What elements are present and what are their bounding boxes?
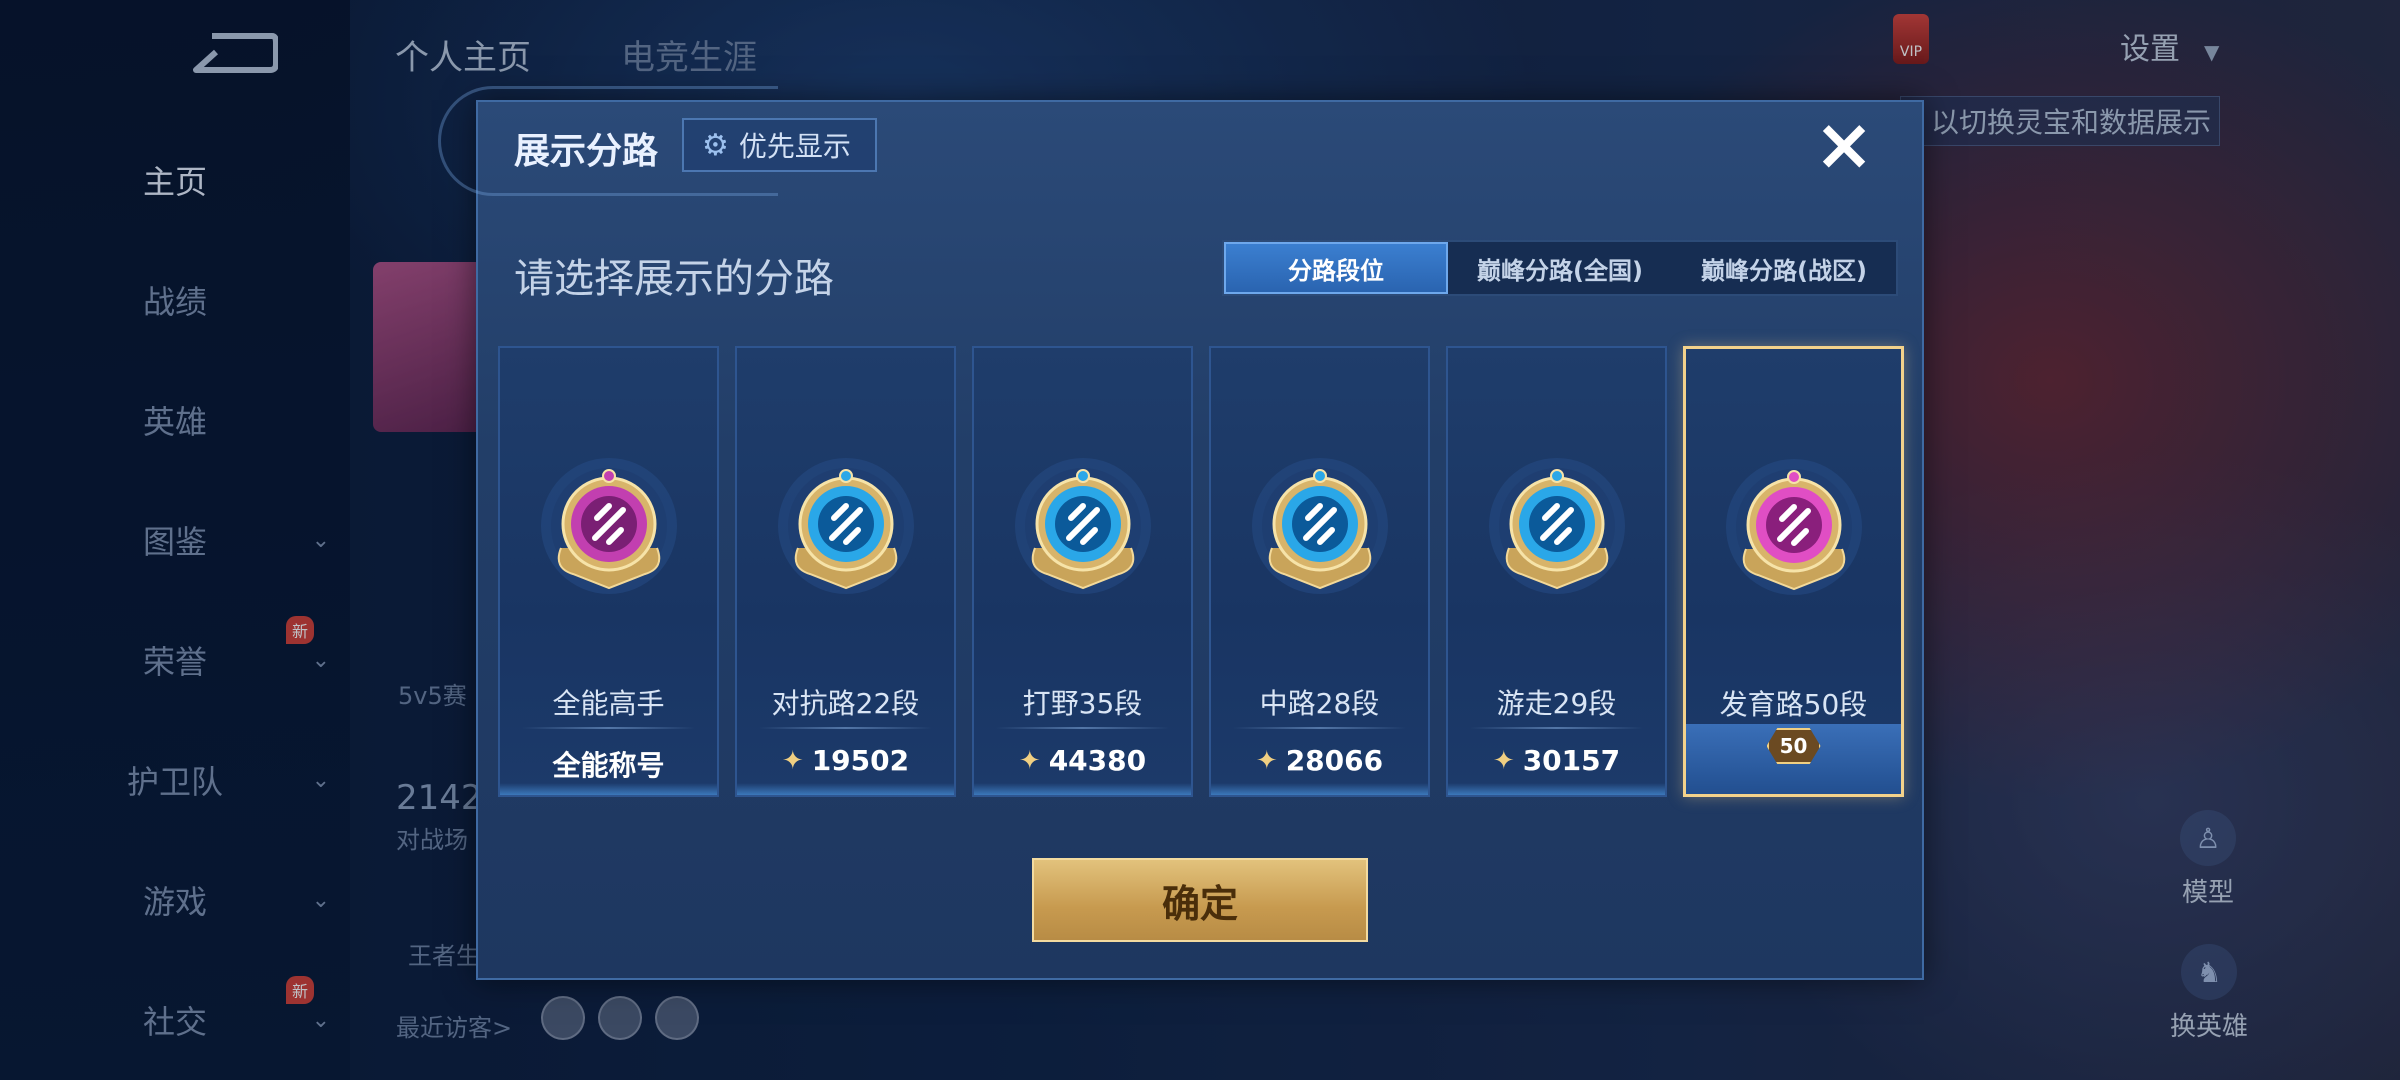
divider <box>1233 727 1406 729</box>
lane-display-dialog: 展示分路 ⚙ 优先显示 × 请选择展示的分路 分路段位 巅峰分路(全国) 巅峰分… <box>438 86 1924 980</box>
lane-card[interactable]: 全能高手 全能称号 <box>498 346 719 797</box>
card-glow <box>1211 783 1428 795</box>
lane-card[interactable]: 中路28段 ✦ 28066 <box>1209 346 1430 797</box>
lane-card[interactable]: 游走29段 ✦ 30157 <box>1446 346 1667 797</box>
lane-card-name: 发育路50段 <box>1719 688 1868 721</box>
lane-card-value-text: 19502 <box>811 744 910 777</box>
farm-lane-icon <box>1725 459 1862 595</box>
lane-tabs: 分路段位 巅峰分路(全国) 巅峰分路(战区) <box>1222 240 1898 296</box>
divider <box>759 727 932 729</box>
tab-lane-rank[interactable]: 分路段位 <box>1224 242 1448 294</box>
roam-icon <box>1488 458 1625 594</box>
allrounder-icon <box>540 458 677 594</box>
close-icon[interactable]: × <box>1812 108 1876 180</box>
dialog-subtitle: 请选择展示的分路 <box>514 256 834 302</box>
points-icon: ✦ <box>1018 745 1041 776</box>
lane-card[interactable]: 打野35段 ✦ 44380 <box>972 346 1193 797</box>
lane-card-value: ✦ 28066 <box>1211 744 1428 777</box>
points-icon: ✦ <box>1492 745 1515 776</box>
card-glow <box>1448 783 1665 795</box>
lane-card-value: ✦ 19502 <box>737 744 954 777</box>
level-badge: 50 <box>1766 728 1821 764</box>
lane-card[interactable]: 对抗路22段 ✦ 19502 <box>735 346 956 797</box>
lane-card-value: 全能称号 <box>500 744 717 784</box>
lane-card-value-text: 28066 <box>1285 744 1384 777</box>
lane-cards: 全能高手 全能称号 对抗路22段 ✦ 19502 打野35段 ✦ 44380 中路28段 ✦ 280… <box>498 346 1904 797</box>
points-icon: ✦ <box>781 745 804 776</box>
tab-peak-national[interactable]: 巅峰分路(全国) <box>1448 242 1672 294</box>
divider <box>522 727 695 729</box>
tab-peak-region[interactable]: 巅峰分路(战区) <box>1672 242 1896 294</box>
mid-lane-icon <box>1251 458 1388 594</box>
dialog-title: 展示分路 <box>514 131 659 172</box>
clash-lane-icon <box>777 458 914 594</box>
points-icon: ✦ <box>1255 745 1278 776</box>
divider <box>996 727 1169 729</box>
card-glow <box>500 783 717 795</box>
lane-card-name: 对抗路22段 <box>771 687 920 720</box>
divider <box>1470 727 1643 729</box>
lane-card-name: 全能高手 <box>552 687 665 720</box>
lane-card-value: ✦ 30157 <box>1448 744 1665 777</box>
confirm-button[interactable]: 确定 <box>1032 858 1368 942</box>
lane-card-value-text: 44380 <box>1048 744 1147 777</box>
jungle-icon <box>1014 458 1151 594</box>
priority-display-button[interactable]: ⚙ 优先显示 <box>682 118 877 172</box>
priority-display-label: 优先显示 <box>738 130 851 163</box>
lane-card-name: 打野35段 <box>1022 687 1143 720</box>
lane-card-value-text: 30157 <box>1522 744 1621 777</box>
level-strip: 50 <box>1686 724 1901 794</box>
gear-icon: ⚙ <box>702 127 729 163</box>
lane-card-name: 游走29段 <box>1496 687 1617 720</box>
lane-card-value-text: 全能称号 <box>552 749 665 782</box>
lane-card[interactable]: 发育路50段 50 <box>1683 346 1904 797</box>
card-glow <box>737 783 954 795</box>
lane-card-value: ✦ 44380 <box>974 744 1191 777</box>
card-glow <box>974 783 1191 795</box>
lane-card-name: 中路28段 <box>1259 687 1380 720</box>
